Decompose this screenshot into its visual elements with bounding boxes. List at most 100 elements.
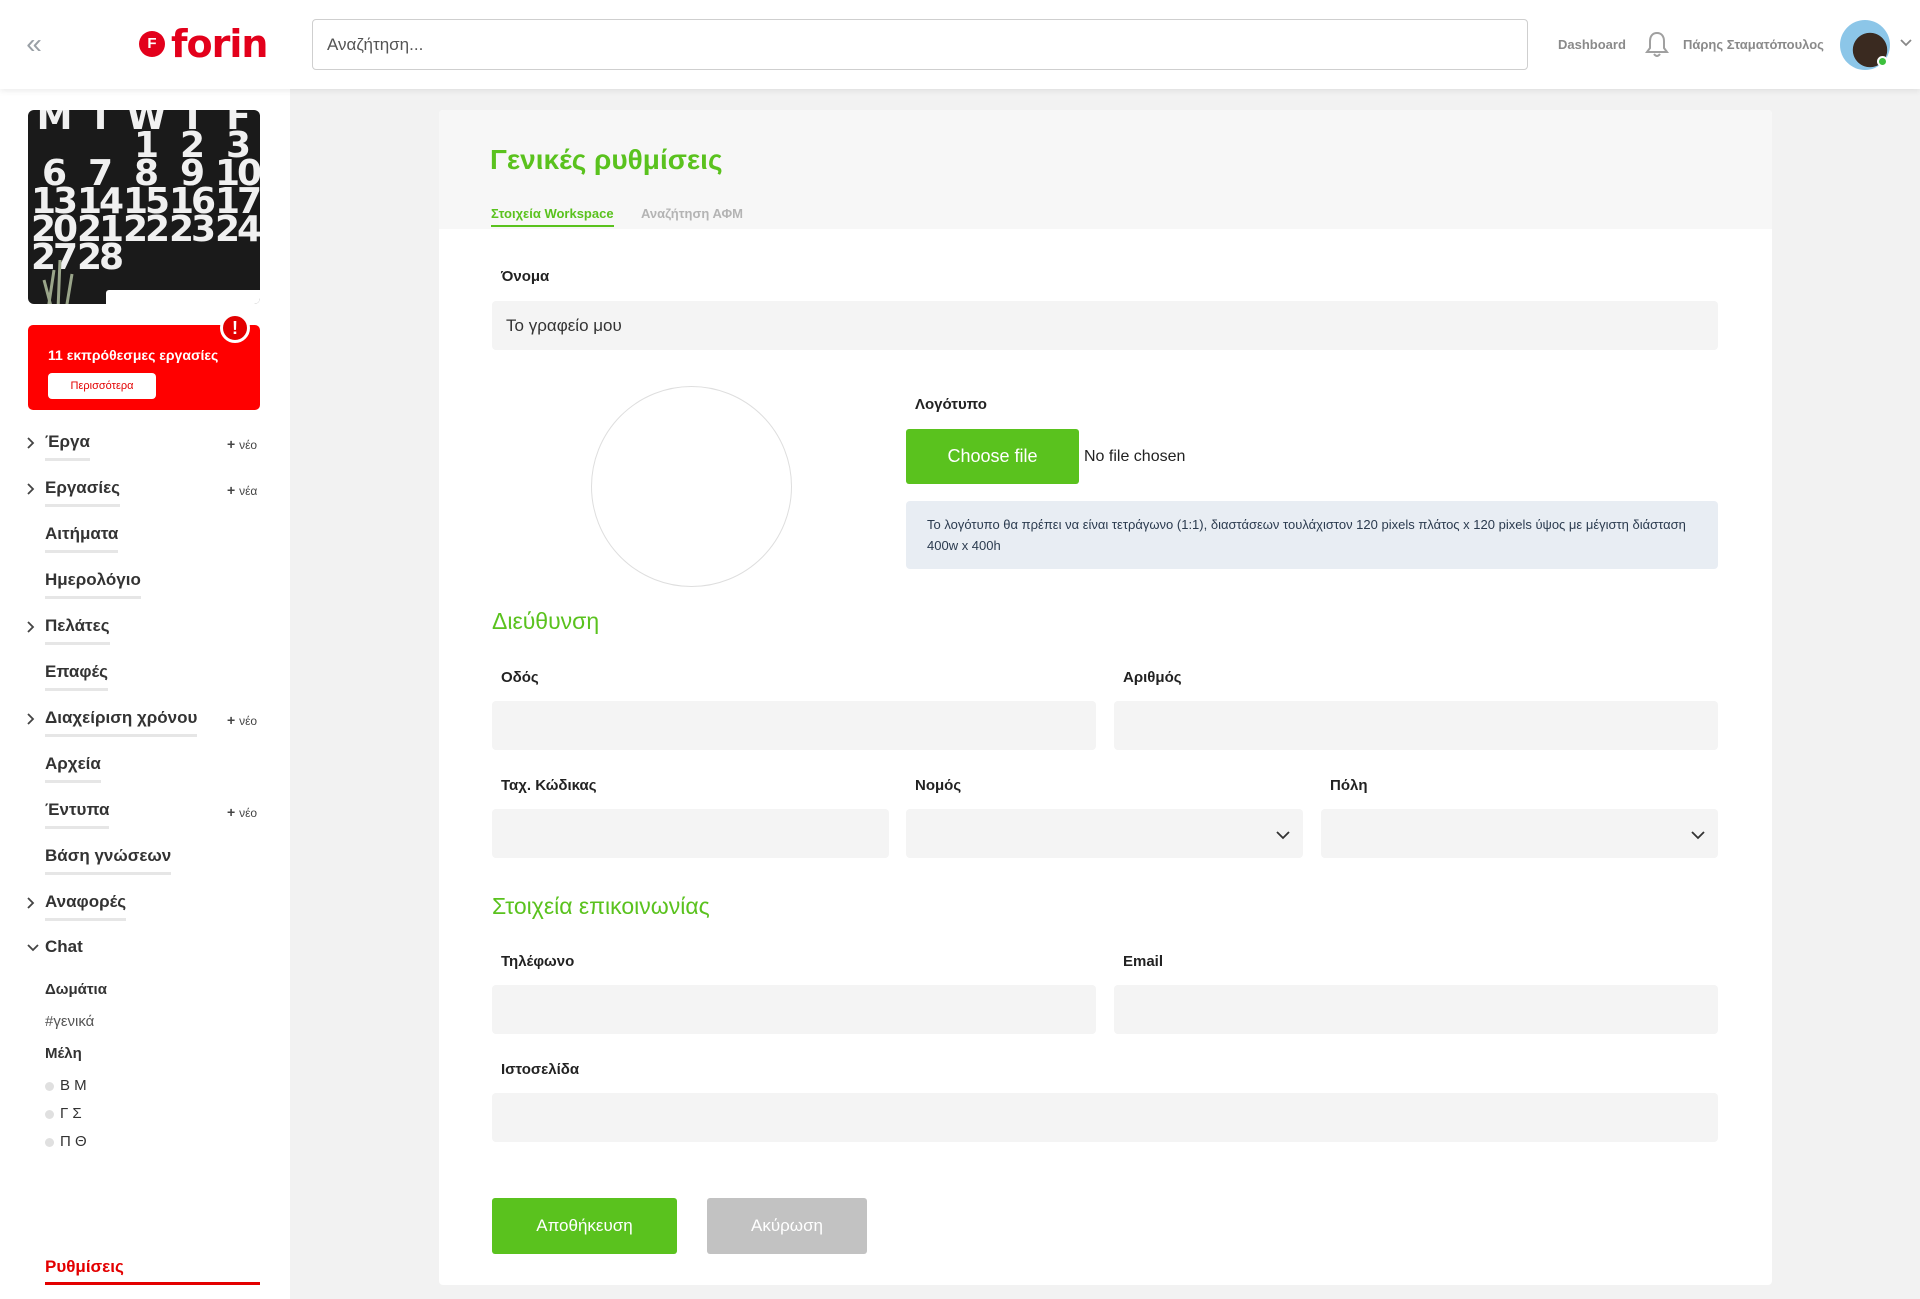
name-input[interactable] bbox=[492, 301, 1718, 350]
calendar-day bbox=[214, 244, 260, 272]
calendar-day bbox=[122, 244, 168, 272]
chevron-down-icon[interactable] bbox=[1275, 827, 1291, 843]
calendar-day bbox=[168, 244, 214, 272]
sidebar-item-label: Βάση γνώσεων bbox=[45, 846, 172, 875]
chevron-right-icon[interactable] bbox=[24, 621, 36, 633]
presence-dot bbox=[45, 1137, 54, 1147]
sidebar-item-files[interactable]: Αρχεία bbox=[0, 751, 290, 797]
chevron-right-icon[interactable] bbox=[24, 897, 36, 909]
calendar-image: M T W T F 1 2 3 6 7 8 9 10 13 14 15 16 17 20 21 22 23 24 27 28 bbox=[28, 110, 260, 304]
chevron-down-icon[interactable] bbox=[1898, 34, 1914, 50]
email-input[interactable] bbox=[1114, 985, 1718, 1034]
chat-member-item[interactable]: Β Μ bbox=[45, 1077, 87, 1094]
add-new-link[interactable]: + νέο bbox=[227, 436, 257, 452]
settings-card: Γενικές ρυθμίσεις Στοιχεία Workspace Ανα… bbox=[439, 110, 1772, 1285]
sidebar-item-reports[interactable]: Αναφορές bbox=[0, 889, 290, 935]
phone-input[interactable] bbox=[492, 985, 1096, 1034]
online-status-dot bbox=[1877, 56, 1888, 67]
add-new-label: νέο bbox=[239, 806, 258, 820]
user-name[interactable]: Πάρης Σταματόπουλος bbox=[1683, 37, 1824, 52]
chevron-right-icon[interactable] bbox=[24, 713, 36, 725]
plus-icon: + bbox=[227, 436, 240, 452]
add-new-link[interactable]: + νέο bbox=[227, 804, 257, 820]
sidebar-item-clients[interactable]: Πελάτες bbox=[0, 613, 290, 659]
plus-icon: + bbox=[227, 804, 240, 820]
chat-rooms-heading: Δωμάτια bbox=[45, 981, 107, 998]
logo-preview bbox=[591, 386, 792, 587]
sidebar-item-label: Έντυπα bbox=[45, 800, 110, 829]
card-header: Γενικές ρυθμίσεις Στοιχεία Workspace Ανα… bbox=[439, 110, 1772, 229]
chat-member-name: Π Θ bbox=[60, 1133, 87, 1150]
calendar-day: 24 bbox=[214, 209, 260, 250]
sidebar-item-time-management[interactable]: Διαχείριση χρόνου + νέο bbox=[0, 705, 290, 751]
sidebar-item-forms[interactable]: Έντυπα + νέο bbox=[0, 797, 290, 843]
sidebar-item-calendar[interactable]: Ημερολόγιο bbox=[0, 567, 290, 613]
tab-vat-lookup[interactable]: Αναζήτηση ΑΦΜ bbox=[641, 206, 743, 225]
sidebar-item-requests[interactable]: Αιτήματα bbox=[0, 521, 290, 567]
calendar-day: 23 bbox=[168, 209, 216, 250]
chat-member-item[interactable]: Γ Σ bbox=[45, 1105, 82, 1122]
city-select[interactable] bbox=[1321, 809, 1718, 858]
active-indicator bbox=[45, 1282, 260, 1285]
sidebar-item-label: Διαχείριση χρόνου bbox=[45, 708, 198, 737]
chevron-right-icon[interactable] bbox=[24, 483, 36, 495]
sidebar-item-settings[interactable]: Ρυθμίσεις bbox=[45, 1257, 124, 1277]
street-input[interactable] bbox=[492, 701, 1096, 750]
prefecture-label: Νομός bbox=[915, 777, 962, 794]
logo-label: Λογότυπο bbox=[915, 396, 987, 413]
collapse-sidebar-icon[interactable]: « bbox=[20, 30, 48, 58]
chat-heading[interactable]: Chat bbox=[45, 937, 83, 957]
cancel-button[interactable]: Ακύρωση bbox=[707, 1198, 867, 1254]
more-button[interactable]: Περισσότερα bbox=[48, 373, 156, 399]
chat-room-item[interactable]: #γενικά bbox=[45, 1013, 94, 1030]
sidebar-item-label: Πελάτες bbox=[45, 616, 110, 645]
sidebar-item-projects[interactable]: Έργα + νέο bbox=[0, 429, 290, 475]
save-button[interactable]: Αποθήκευση bbox=[492, 1198, 677, 1254]
sidebar: M T W T F 1 2 3 6 7 8 9 10 13 14 15 16 17 20 21 22 23 24 27 28 1… bbox=[0, 89, 290, 1299]
calendar-desk-edge bbox=[106, 290, 260, 304]
calendar-grid: M T W T F 1 2 3 6 7 8 9 10 13 14 15 16 17 20 21 22 23 24 27 28 bbox=[30, 110, 260, 276]
chat-member-name: Β Μ bbox=[60, 1077, 87, 1094]
name-label: Όνομα bbox=[501, 268, 550, 285]
sidebar-item-contacts[interactable]: Επαφές bbox=[0, 659, 290, 705]
sidebar-item-label: Ημερολόγιο bbox=[45, 570, 141, 599]
sidebar-item-knowledge-base[interactable]: Βάση γνώσεων bbox=[0, 843, 290, 889]
plus-icon: + bbox=[227, 482, 240, 498]
choose-file-button[interactable]: Choose file bbox=[906, 429, 1079, 484]
chat-member-item[interactable]: Π Θ bbox=[45, 1133, 87, 1150]
sidebar-item-label: Εργασίες bbox=[45, 478, 121, 507]
chevron-down-icon[interactable] bbox=[1690, 827, 1706, 843]
website-input[interactable] bbox=[492, 1093, 1718, 1142]
logo-text: forin bbox=[171, 22, 268, 66]
app-logo[interactable]: F forin bbox=[139, 22, 268, 66]
postal-code-input[interactable] bbox=[492, 809, 889, 858]
bell-icon[interactable] bbox=[1645, 30, 1669, 58]
logo-mark: F bbox=[139, 31, 165, 57]
city-label: Πόλη bbox=[1330, 777, 1368, 794]
top-bar: « F forin Dashboard Πάρης Σταματόπουλος bbox=[0, 0, 1920, 89]
plant-decoration bbox=[42, 259, 74, 304]
chat-member-name: Γ Σ bbox=[60, 1105, 82, 1122]
sidebar-item-label: Επαφές bbox=[45, 662, 109, 691]
search-input[interactable] bbox=[312, 19, 1528, 70]
sidebar-item-tasks[interactable]: Εργασίες + νέα bbox=[0, 475, 290, 521]
chevron-down-icon[interactable] bbox=[27, 942, 39, 954]
add-new-label: νέα bbox=[239, 484, 258, 498]
add-new-link[interactable]: + νέο bbox=[227, 712, 257, 728]
contact-section-title: Στοιχεία επικοινωνίας bbox=[492, 893, 710, 919]
prefecture-select[interactable] bbox=[906, 809, 1303, 858]
dashboard-link[interactable]: Dashboard bbox=[1558, 37, 1626, 52]
number-input[interactable] bbox=[1114, 701, 1718, 750]
chevron-right-icon[interactable] bbox=[24, 437, 36, 449]
sidebar-item-label: Αρχεία bbox=[45, 754, 101, 783]
page-title: Γενικές ρυθμίσεις bbox=[490, 144, 723, 175]
tab-workspace-details[interactable]: Στοιχεία Workspace bbox=[491, 206, 614, 227]
sidebar-item-label: Αιτήματα bbox=[45, 524, 119, 553]
add-new-link[interactable]: + νέα bbox=[227, 482, 257, 498]
phone-label: Τηλέφωνο bbox=[501, 953, 575, 970]
presence-dot bbox=[45, 1081, 54, 1091]
postal-code-label: Ταχ. Κώδικας bbox=[501, 777, 597, 794]
no-file-text: No file chosen bbox=[1084, 448, 1186, 465]
calendar-day: M bbox=[36, 110, 73, 138]
street-label: Οδός bbox=[501, 669, 539, 686]
